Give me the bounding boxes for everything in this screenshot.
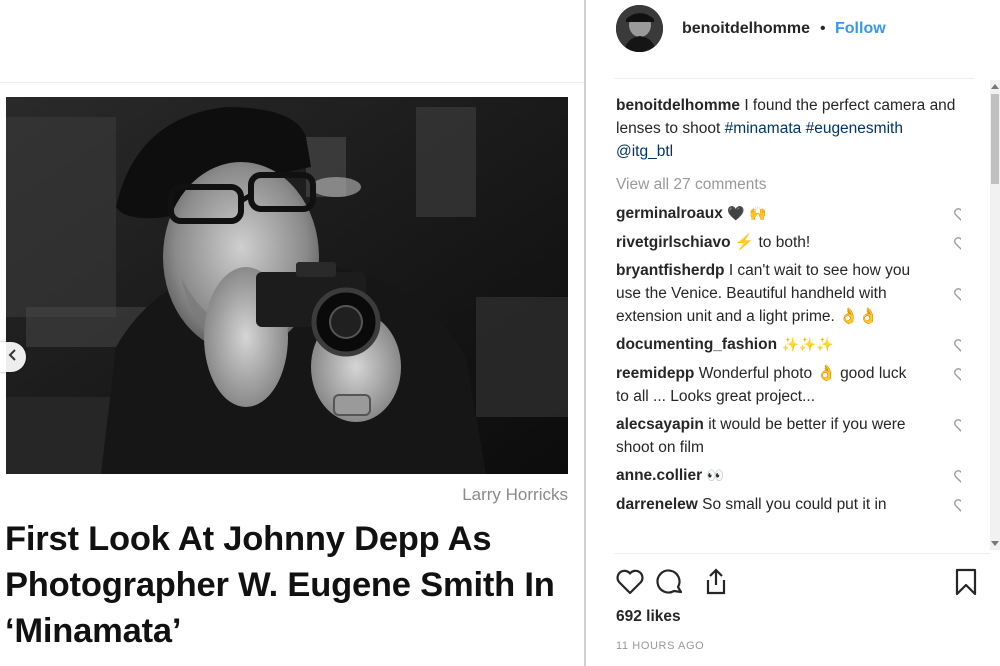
view-all-comments-link[interactable]: View all 27 comments — [616, 173, 961, 196]
comment-text: 🖤 🙌 — [722, 206, 767, 222]
comment-username[interactable]: rivetgirlschiavo — [616, 234, 731, 251]
divider — [0, 82, 584, 83]
hashtag-link[interactable]: #minamata — [725, 120, 802, 137]
comment-username[interactable]: alecsayapin — [616, 416, 704, 433]
mention-link[interactable]: @itg_btl — [616, 143, 673, 160]
comments-scrollbar[interactable] — [990, 80, 1000, 550]
heart-icon[interactable] — [953, 286, 961, 302]
heart-icon[interactable] — [953, 417, 961, 433]
comment-username[interactable]: documenting_fashion — [616, 336, 777, 353]
heart-icon[interactable] — [953, 468, 961, 484]
post-caption: benoitdelhomme I found the perfect camer… — [616, 94, 961, 163]
post-timestamp: 11 HOURS AGO — [616, 640, 705, 652]
heart-icon[interactable] — [953, 235, 961, 251]
comment-item: reemidepp Wonderful photo 👌 good luck to… — [616, 362, 961, 408]
likes-count[interactable]: 692 likes — [616, 608, 681, 626]
scrollbar-thumb[interactable] — [991, 94, 999, 184]
comment-item: anne.collier 👀 — [616, 464, 961, 488]
article-panel: Larry Horricks First Look At Johnny Depp… — [0, 0, 584, 666]
share-icon[interactable] — [700, 566, 732, 598]
heart-icon[interactable] — [953, 337, 961, 353]
comment-item: rivetgirlschiavo ⚡ to both! — [616, 231, 961, 254]
comment-item: darrenelew So small you could put it in — [616, 493, 961, 516]
post-actions — [614, 562, 984, 602]
scroll-down-arrow-icon[interactable] — [990, 538, 1000, 550]
comment-text: ✨✨✨ — [777, 337, 834, 353]
divider — [614, 553, 990, 554]
heart-icon[interactable] — [953, 206, 961, 222]
comment-username[interactable]: darrenelew — [616, 496, 698, 513]
comment-icon[interactable] — [654, 566, 686, 598]
photo-credit: Larry Horricks — [462, 485, 568, 504]
follow-button[interactable]: Follow — [835, 20, 886, 38]
avatar[interactable] — [616, 5, 663, 52]
comment-username[interactable]: bryantfisherdp — [616, 262, 725, 279]
caption-username[interactable]: benoitdelhomme — [616, 97, 740, 114]
comment-item: bryantfisherdp I can't wait to see how y… — [616, 259, 961, 328]
scroll-up-arrow-icon[interactable] — [990, 80, 1000, 92]
comment-item: germinalroaux 🖤 🙌 — [616, 202, 961, 226]
article-headline: First Look At Johnny Depp As Photographe… — [5, 520, 555, 650]
divider — [614, 78, 974, 79]
comment-username[interactable]: germinalroaux — [616, 205, 723, 222]
comment-username[interactable]: reemidepp — [616, 365, 694, 382]
post-owner-username[interactable]: benoitdelhomme — [682, 20, 810, 38]
comment-text: ⚡ to both! — [730, 234, 811, 251]
article-photo — [6, 97, 568, 474]
comment-text: So small you could put it in — [697, 496, 887, 513]
comment-text: 👀 — [702, 468, 725, 484]
heart-icon[interactable] — [953, 497, 961, 513]
post-header: benoitdelhomme • Follow — [586, 0, 1000, 70]
comment-username[interactable]: anne.collier — [616, 467, 702, 484]
instagram-post-panel: benoitdelhomme • Follow benoitdelhomme I… — [586, 0, 1000, 666]
comment-item: alecsayapin it would be better if you we… — [616, 413, 961, 459]
comment-item: documenting_fashion ✨✨✨ — [616, 333, 961, 357]
heart-icon[interactable] — [953, 366, 961, 382]
chevron-left-icon — [8, 348, 18, 366]
hashtag-link[interactable]: #eugenesmith — [806, 120, 903, 137]
comments-list: benoitdelhomme I found the perfect camer… — [616, 94, 961, 550]
separator-dot: • — [820, 20, 826, 37]
heart-icon[interactable] — [614, 566, 646, 598]
bookmark-icon[interactable] — [950, 566, 982, 598]
